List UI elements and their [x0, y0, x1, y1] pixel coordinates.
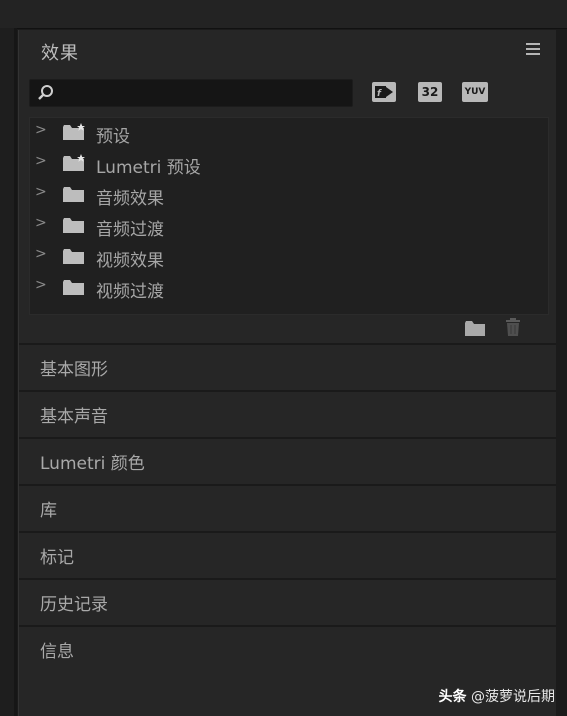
section-label: 标记	[40, 548, 74, 568]
section-label: 基本图形	[40, 360, 108, 380]
new-bin-icon[interactable]	[464, 319, 486, 337]
yuv-filter-button[interactable]: YUV	[462, 82, 488, 102]
section-label: 库	[40, 501, 57, 521]
watermark-prefix: 头条	[438, 689, 467, 705]
effects-tree: > 预设 > Lumetri 预设 > 音频效果 > 音频过渡 > 视频效果 >…	[29, 117, 549, 315]
tree-item-label: 视频过渡	[96, 282, 164, 302]
chevron-right-icon[interactable]: >	[35, 184, 47, 200]
section-lumetri-color[interactable]: Lumetri 颜色	[19, 437, 556, 482]
search-input[interactable]	[60, 82, 350, 104]
tree-item-presets[interactable]: > 预设	[30, 118, 548, 149]
search-box[interactable]	[29, 79, 353, 107]
32bit-filter-button[interactable]: 32	[418, 82, 442, 102]
tree-item-label: 音频过渡	[96, 220, 164, 240]
folder-icon	[63, 218, 84, 233]
tree-item-label: 视频效果	[96, 251, 164, 271]
tree-item-label: 预设	[96, 127, 130, 147]
section-label: 信息	[40, 642, 74, 662]
tree-item-video-effects[interactable]: > 视频效果	[30, 242, 548, 273]
top-strip	[0, 0, 567, 29]
chevron-right-icon[interactable]: >	[35, 215, 47, 231]
section-libraries[interactable]: 库	[19, 484, 556, 529]
folder-icon	[63, 187, 84, 202]
tree-item-audio-transitions[interactable]: > 音频过渡	[30, 211, 548, 242]
preset-folder-icon	[63, 123, 85, 140]
section-essential-sound[interactable]: 基本声音	[19, 390, 556, 435]
preset-folder-icon	[63, 154, 85, 171]
folder-icon	[63, 249, 84, 264]
tree-item-audio-effects[interactable]: > 音频效果	[30, 180, 548, 211]
accelerated-effects-icon: f	[375, 86, 393, 99]
accelerated-effects-filter-button[interactable]: f	[372, 82, 396, 102]
panel-title: 效果	[41, 43, 79, 64]
tree-item-label: Lumetri 预设	[96, 158, 201, 178]
left-panel-edge	[0, 28, 17, 716]
folder-icon	[63, 280, 84, 295]
section-markers[interactable]: 标记	[19, 531, 556, 576]
section-label: 基本声音	[40, 407, 108, 427]
section-label: Lumetri 颜色	[40, 454, 145, 474]
tree-item-video-transitions[interactable]: > 视频过渡	[30, 273, 548, 304]
section-history[interactable]: 历史记录	[19, 578, 556, 623]
tree-item-lumetri-presets[interactable]: > Lumetri 预设	[30, 149, 548, 180]
section-label: 历史记录	[40, 595, 108, 615]
search-icon	[38, 85, 53, 100]
chevron-right-icon[interactable]: >	[35, 122, 47, 138]
chevron-right-icon[interactable]: >	[35, 153, 47, 169]
section-info[interactable]: 信息	[19, 625, 556, 670]
section-essential-graphics[interactable]: 基本图形	[19, 343, 556, 388]
hamburger-menu-icon[interactable]	[526, 43, 540, 55]
chevron-right-icon[interactable]: >	[35, 246, 47, 262]
tree-item-label: 音频效果	[96, 189, 164, 209]
panel-header: 效果	[19, 30, 556, 70]
watermark-handle: @菠萝说后期	[471, 689, 555, 705]
trash-icon[interactable]	[504, 317, 522, 337]
watermark: 头条 @菠萝说后期	[439, 686, 555, 706]
tree-footer-toolbar	[19, 315, 556, 343]
effects-panel: 效果 f 32 YUV > 预设 > Lumetri 预设 > 音频效果 > 音…	[18, 30, 556, 716]
chevron-right-icon[interactable]: >	[35, 277, 47, 293]
